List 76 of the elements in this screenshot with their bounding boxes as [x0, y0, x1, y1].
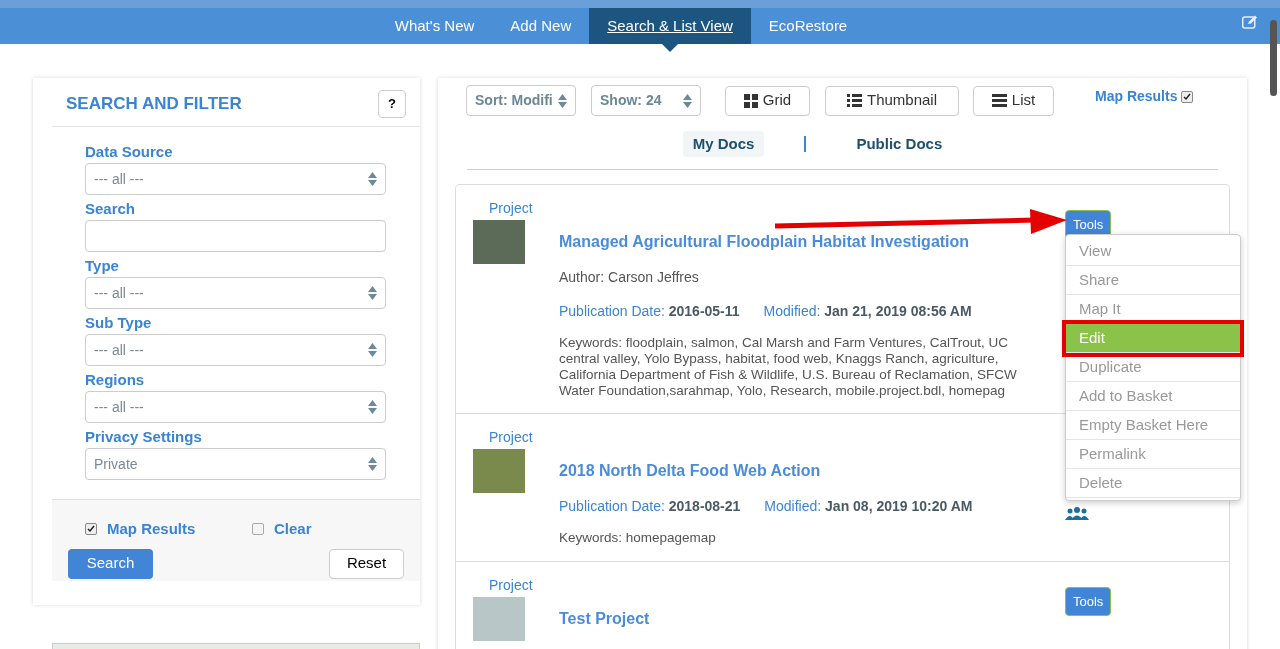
menu-item[interactable]: View	[1066, 237, 1240, 266]
edit-icon[interactable]	[1242, 15, 1258, 29]
select-field[interactable]: --- all ---	[85, 163, 386, 195]
sort-arrows-icon	[368, 343, 377, 357]
sort-arrows-icon	[368, 286, 377, 300]
checkbox-label: Map Results	[107, 519, 196, 539]
field-label: Type	[85, 256, 120, 276]
view-button[interactable]: Thumbnail	[825, 85, 959, 116]
menu-item[interactable]: Duplicate	[1066, 353, 1240, 382]
checkbox[interactable]	[252, 523, 264, 536]
sort-select[interactable]: Sort: Modifi	[466, 85, 576, 116]
result-title[interactable]: Test Project	[559, 607, 650, 631]
type-label: Project	[489, 199, 533, 218]
nav-tab[interactable]: EcoRestore	[750, 8, 866, 44]
sort-arrows-icon	[368, 457, 377, 471]
checkbox-label: Clear	[274, 519, 312, 539]
modified-date: Modified: Jan 21, 2019 08:56 AM	[763, 302, 972, 321]
list-bullets-icon	[846, 94, 862, 107]
checkbox[interactable]	[85, 523, 97, 536]
modified-date: Modified: Jan 08, 2019 10:20 AM	[764, 497, 973, 516]
map-results-label: Map Results	[1095, 87, 1178, 106]
show-select[interactable]: Show: 24	[591, 85, 701, 116]
checkbox[interactable]	[1181, 90, 1194, 103]
select-value: --- all ---	[94, 169, 144, 189]
menu-item[interactable]: Add to Basket	[1066, 382, 1240, 411]
sort-arrows-icon	[683, 93, 692, 108]
photo-placeholder	[473, 449, 525, 493]
doc-tab[interactable]: My Docs	[682, 131, 765, 157]
keywords-text: Keywords: floodplain, salmon, Cal Marsh and Farm Ventures, CalTrout, UC central valley, Yolo Bypass, habitat, food web, Knaggs Ranch, agriculture, California Department of Fish & Wildlife, U.S. Bureau of Reclamation, SFCW Water Foundation,sarahmap, Yolo, Research, mobile.project.bdl, homepag	[559, 335, 1017, 399]
photo-placeholder	[473, 597, 525, 641]
menu-item[interactable]: Empty Basket Here	[1066, 411, 1240, 440]
select-value: --- all ---	[94, 397, 144, 417]
panel-title: SEARCH AND FILTER	[66, 93, 242, 116]
select-value: --- all ---	[94, 283, 144, 303]
type-label: Project	[489, 576, 533, 595]
select-field[interactable]: --- all ---	[85, 334, 386, 366]
scrollbar-thumb[interactable]	[1270, 20, 1277, 96]
tools-button[interactable]: Tools	[1065, 587, 1112, 616]
publication-date: Publication Date: 2016-05-11	[559, 302, 740, 321]
field-label: Privacy Settings	[85, 427, 203, 447]
show-value: Show: 24	[600, 91, 662, 110]
select-field[interactable]: Private	[85, 448, 386, 480]
type-label: Project	[489, 428, 533, 447]
keywords-text: Keywords: homepagemap	[559, 530, 717, 546]
sort-arrows-icon	[368, 172, 377, 186]
view-button[interactable]: List	[973, 85, 1054, 116]
view-button[interactable]: Grid	[725, 85, 810, 116]
field-label: Search	[85, 199, 137, 219]
select-value: Private	[94, 454, 138, 474]
result-title[interactable]: 2018 North Delta Food Web Action	[559, 459, 973, 483]
grid-icon	[743, 93, 758, 108]
search-field[interactable]	[85, 220, 386, 252]
result-title[interactable]: Managed Agricultural Floodplain Habitat Investigation	[559, 230, 1017, 254]
sort-arrows-icon	[558, 93, 567, 108]
menu-item[interactable]: Delete	[1066, 469, 1240, 498]
menu-icon	[991, 94, 1007, 107]
nav-tab[interactable]: What's New	[376, 8, 493, 44]
menu-item[interactable]: Share	[1066, 266, 1240, 295]
field-label: Sub Type	[85, 313, 153, 333]
select-field[interactable]: --- all ---	[85, 277, 386, 309]
select-field[interactable]: --- all ---	[85, 391, 386, 423]
photo-placeholder	[473, 220, 525, 264]
field-label: Regions	[85, 370, 146, 390]
nav-tab[interactable]: Add New	[492, 8, 590, 44]
search-button[interactable]: Search	[68, 548, 153, 579]
author-text: Author: Carson Jeffres	[559, 268, 700, 287]
sort-value: Sort: Modifi	[475, 91, 553, 110]
doc-tab[interactable]: Public Docs	[846, 131, 953, 157]
reset-button[interactable]: Reset	[329, 548, 404, 579]
tab-pointer	[662, 44, 679, 52]
field-label: Data Source	[85, 142, 174, 162]
select-value: --- all ---	[94, 340, 144, 360]
publication-date: Publication Date: 2018-08-21	[559, 497, 741, 516]
sort-arrows-icon	[368, 400, 377, 414]
menu-item[interactable]: Permalink	[1066, 440, 1240, 469]
help-button[interactable]: ?	[378, 90, 406, 118]
